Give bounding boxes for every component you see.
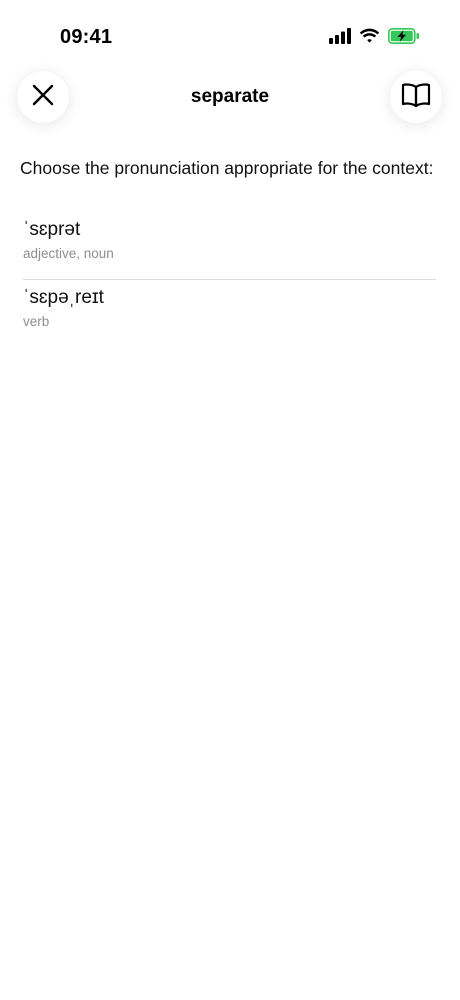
pronunciation-option-verb[interactable]: ˈsɛpəˌreɪt verb: [23, 279, 436, 347]
status-time: 09:41: [60, 26, 113, 48]
part-of-speech-label: verb: [23, 314, 50, 329]
instruction-text: Choose the pronunciation appropriate for…: [20, 158, 434, 178]
dictionary-button[interactable]: [390, 71, 442, 123]
header: separate: [0, 66, 460, 130]
book-icon: [401, 82, 431, 113]
part-of-speech-label: adjective, noun: [23, 246, 114, 261]
pronunciation-list: ˈsɛprət adjective, noun ˈsɛpəˌreɪt verb: [23, 212, 436, 347]
ipa-text: ˈsɛpəˌreɪt: [23, 287, 104, 308]
pronunciation-option-adjective-noun[interactable]: ˈsɛprət adjective, noun: [23, 212, 436, 279]
battery-charging-icon: [388, 27, 420, 49]
status-bar: 09:41: [0, 0, 460, 60]
ipa-text: ˈsɛprət: [23, 219, 81, 240]
cellular-signal-icon: [329, 27, 351, 49]
status-icons: [329, 27, 420, 49]
wifi-icon: [359, 28, 380, 49]
